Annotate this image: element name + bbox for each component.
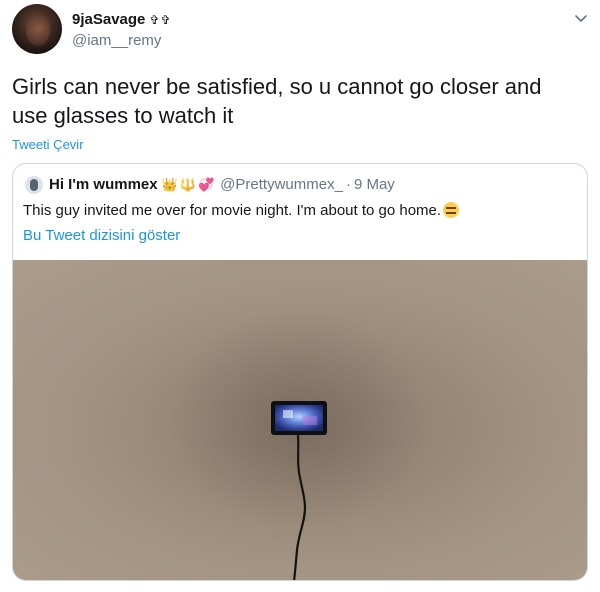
quoted-handle[interactable]: @Prettywummex_	[220, 176, 343, 193]
quoted-avatar[interactable]	[25, 176, 43, 194]
separator-dot: ·	[345, 176, 351, 193]
chevron-down-icon[interactable]	[574, 12, 588, 26]
expressionless-face-icon	[443, 202, 460, 218]
translate-link[interactable]: Tweeti Çevir	[12, 137, 84, 152]
quoted-display-name[interactable]: Hi I'm wummex	[49, 176, 158, 193]
photo-illustration	[168, 310, 428, 580]
screen-highlight-2	[303, 416, 317, 425]
quoted-text-body: This guy invited me over for movie night…	[23, 202, 442, 219]
show-thread-link[interactable]: Bu Tweet dizisini göster	[23, 227, 180, 244]
tweet-text: Girls can never be satisfied, so u canno…	[12, 74, 542, 128]
display-name[interactable]: 9jaSavage ✞✞	[72, 11, 172, 28]
quoted-name-emojis: 👑🔱💞	[161, 177, 217, 192]
quoted-header: Hi I'm wummex 👑🔱💞 @Prettywummex_ · 9 May	[49, 176, 395, 193]
name-badges: ✞✞	[149, 13, 172, 27]
quoted-text: This guy invited me over for movie night…	[23, 202, 579, 219]
screen-highlight	[283, 410, 293, 418]
tweet-card: 9jaSavage ✞✞ @iam__remy Girls can never b…	[0, 0, 600, 592]
user-handle[interactable]: @iam__remy	[72, 32, 161, 49]
quoted-date[interactable]: 9 May	[354, 176, 395, 193]
avatar-face	[26, 14, 50, 46]
display-name-text: 9jaSavage	[72, 11, 146, 28]
tweet-photo[interactable]	[13, 260, 587, 580]
avatar[interactable]	[12, 4, 62, 54]
quoted-tweet[interactable]: Hi I'm wummex 👑🔱💞 @Prettywummex_ · 9 May Thi…	[12, 163, 588, 581]
